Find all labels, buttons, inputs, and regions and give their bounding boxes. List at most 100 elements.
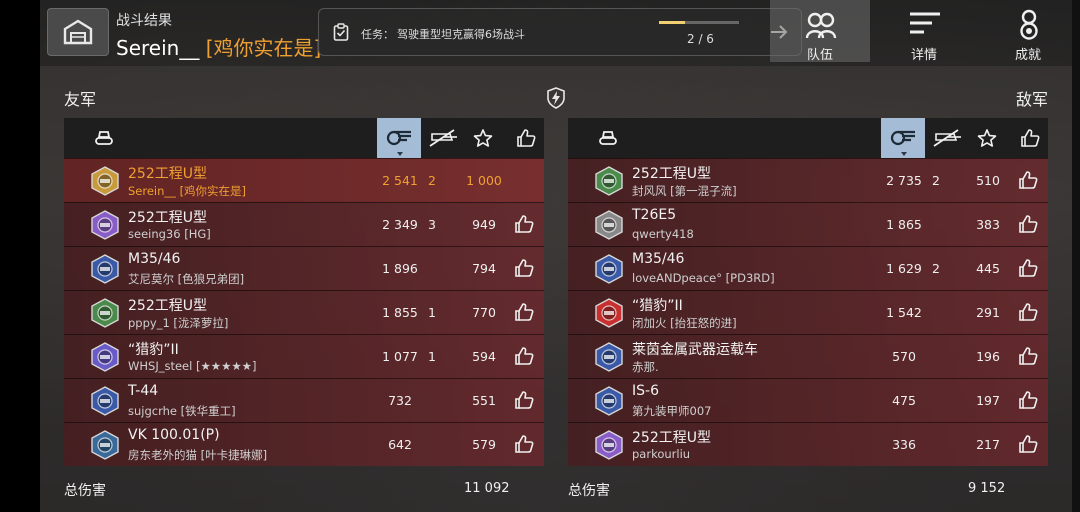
enemies-total-damage: 9 152 <box>968 481 1006 496</box>
player-name: 艾尼莫尔 [色狼兄弟团] <box>128 272 245 286</box>
experience-value: 291 <box>976 305 1000 320</box>
tank-badge-icon <box>91 430 119 460</box>
table-row[interactable]: 莱茵金属武器运载车 赤那. 570 196 <box>568 334 1048 378</box>
allies-title: 友军 <box>64 90 97 109</box>
tank-name: M35/46 <box>128 251 181 267</box>
table-row[interactable]: 252工程U型 Serein__ [鸡你实在是] 2 541 2 1 000 <box>64 158 544 202</box>
table-row[interactable]: “猎豹”II WHSJ_steel [★★★★★] 1 077 1 594 <box>64 334 544 378</box>
tank-name: T26E5 <box>632 207 677 223</box>
thumbs-up-icon <box>515 391 534 409</box>
table-row[interactable]: M35/46 loveANDpeace° [PD3RD] 1 629 2 445 <box>568 246 1048 290</box>
enemies-title: 敌军 <box>1016 90 1049 109</box>
like-button[interactable] <box>514 434 534 458</box>
likes-column-header[interactable] <box>504 118 548 158</box>
like-button[interactable] <box>514 390 534 414</box>
tank-badge <box>90 254 120 284</box>
damage-column-icon <box>890 130 915 146</box>
table-row[interactable]: M35/46 艾尼莫尔 [色狼兄弟团] 1 896 794 <box>64 246 544 290</box>
table-row[interactable]: 252工程U型 封风风 [第一混子流] 2 735 2 510 <box>568 158 1048 202</box>
tank-name: 252工程U型 <box>632 166 711 182</box>
damage-value: 336 <box>892 437 916 452</box>
damage-value: 570 <box>892 349 916 364</box>
player-name: loveANDpeace° [PD3RD] <box>632 271 775 285</box>
tank-name: 莱茵金属武器运载车 <box>632 342 758 358</box>
likes-column-header[interactable] <box>1008 118 1052 158</box>
tank-column-header <box>598 129 618 151</box>
like-button[interactable] <box>514 302 534 326</box>
thumbs-up-icon <box>515 347 534 365</box>
like-button[interactable] <box>514 346 534 370</box>
experience-value: 383 <box>976 217 1000 232</box>
mission-text: 驾驶重型坦克赢得6场战斗 <box>397 28 525 41</box>
experience-column-header[interactable] <box>461 118 505 158</box>
table-row[interactable]: T-44 sujgcrhe [铁华重工] 732 551 <box>64 378 544 422</box>
player-name: 房东老外的猫 [叶卡捷琳娜] <box>128 448 268 462</box>
thumbs-up-icon <box>517 129 536 147</box>
table-row[interactable]: 252工程U型 seeing36 [HG] 2 349 3 949 <box>64 202 544 246</box>
tab-achievements-label: 成就 <box>1014 48 1041 63</box>
like-button[interactable] <box>1018 390 1038 414</box>
tank-badge <box>90 342 120 372</box>
tank-badge <box>90 430 120 460</box>
table-row[interactable]: “猎豹”II 闭加火 [抬狂怒的进] 1 542 291 <box>568 290 1048 334</box>
tank-badge-icon <box>91 298 119 328</box>
table-row[interactable]: T26E5 qwerty418 1 865 383 <box>568 202 1048 246</box>
player-name: pppy_1 [泷泽萝拉] <box>128 316 229 330</box>
experience-value: 551 <box>472 393 496 408</box>
player-name: parkourliu <box>632 447 691 461</box>
experience-value: 794 <box>472 261 496 276</box>
tank-badge-icon <box>595 298 623 328</box>
like-button[interactable] <box>514 258 534 282</box>
mission-progress-fill <box>659 21 686 24</box>
like-button[interactable] <box>1018 170 1038 194</box>
tank-badge-icon <box>595 210 623 240</box>
lightning-emblem-icon <box>547 87 565 109</box>
kills-column-header[interactable] <box>925 118 969 158</box>
experience-value: 217 <box>976 437 1000 452</box>
mission-progress-bar <box>659 21 739 24</box>
tank-badge-icon <box>91 386 119 416</box>
experience-value: 1 000 <box>466 173 502 188</box>
like-button[interactable] <box>1018 302 1038 326</box>
kills-column-header[interactable] <box>421 118 465 158</box>
kills-value: 2 <box>428 173 436 188</box>
tank-badge-icon <box>91 166 119 196</box>
tank-name: “猎豹”II <box>128 342 179 358</box>
table-row[interactable]: 252工程U型 pppy_1 [泷泽萝拉] 1 855 1 770 <box>64 290 544 334</box>
tank-badge-icon <box>595 386 623 416</box>
tank-name: M35/46 <box>632 251 685 267</box>
kills-column-icon <box>933 129 961 147</box>
tank-name: 252工程U型 <box>632 430 711 446</box>
tank-badge-icon <box>595 166 623 196</box>
damage-column-header[interactable] <box>881 118 925 158</box>
kills-value: 1 <box>428 349 436 364</box>
tank-name: VK 100.01(P) <box>128 427 220 443</box>
like-button[interactable] <box>1018 434 1038 458</box>
table-row[interactable]: IS-6 第九装甲师007 475 197 <box>568 378 1048 422</box>
team-icon <box>805 12 837 39</box>
allies-total-damage: 11 092 <box>464 481 510 496</box>
like-button[interactable] <box>1018 214 1038 238</box>
like-button[interactable] <box>1018 346 1038 370</box>
tank-name: 252工程U型 <box>128 166 207 182</box>
like-button[interactable] <box>514 214 534 238</box>
garage-button[interactable] <box>47 8 109 56</box>
thumbs-up-icon <box>1019 391 1038 409</box>
damage-value: 732 <box>388 393 412 408</box>
thumbs-up-icon <box>1019 347 1038 365</box>
tab-team[interactable]: 队伍 <box>770 0 870 63</box>
experience-column-header[interactable] <box>965 118 1009 158</box>
tank-badge <box>90 386 120 416</box>
like-button[interactable] <box>1018 258 1038 282</box>
table-row[interactable]: 252工程U型 parkourliu 336 217 <box>568 422 1048 466</box>
tab-achievements[interactable]: 成就 <box>978 0 1078 63</box>
damage-column-header[interactable] <box>377 118 421 158</box>
player-name: 闭加火 [抬狂怒的进] <box>632 316 737 330</box>
tab-team-label: 队伍 <box>806 48 833 63</box>
player-title: Serein__ [鸡你实在是] <box>116 32 321 61</box>
tank-badge <box>594 430 624 460</box>
table-row[interactable]: VK 100.01(P) 房东老外的猫 [叶卡捷琳娜] 642 579 <box>64 422 544 466</box>
thumbs-up-icon <box>1019 171 1038 189</box>
mission-banner[interactable]: 任务： 驾驶重型坦克赢得6场战斗 2 / 6 <box>318 8 802 56</box>
tab-details[interactable]: 详情 <box>874 0 974 63</box>
